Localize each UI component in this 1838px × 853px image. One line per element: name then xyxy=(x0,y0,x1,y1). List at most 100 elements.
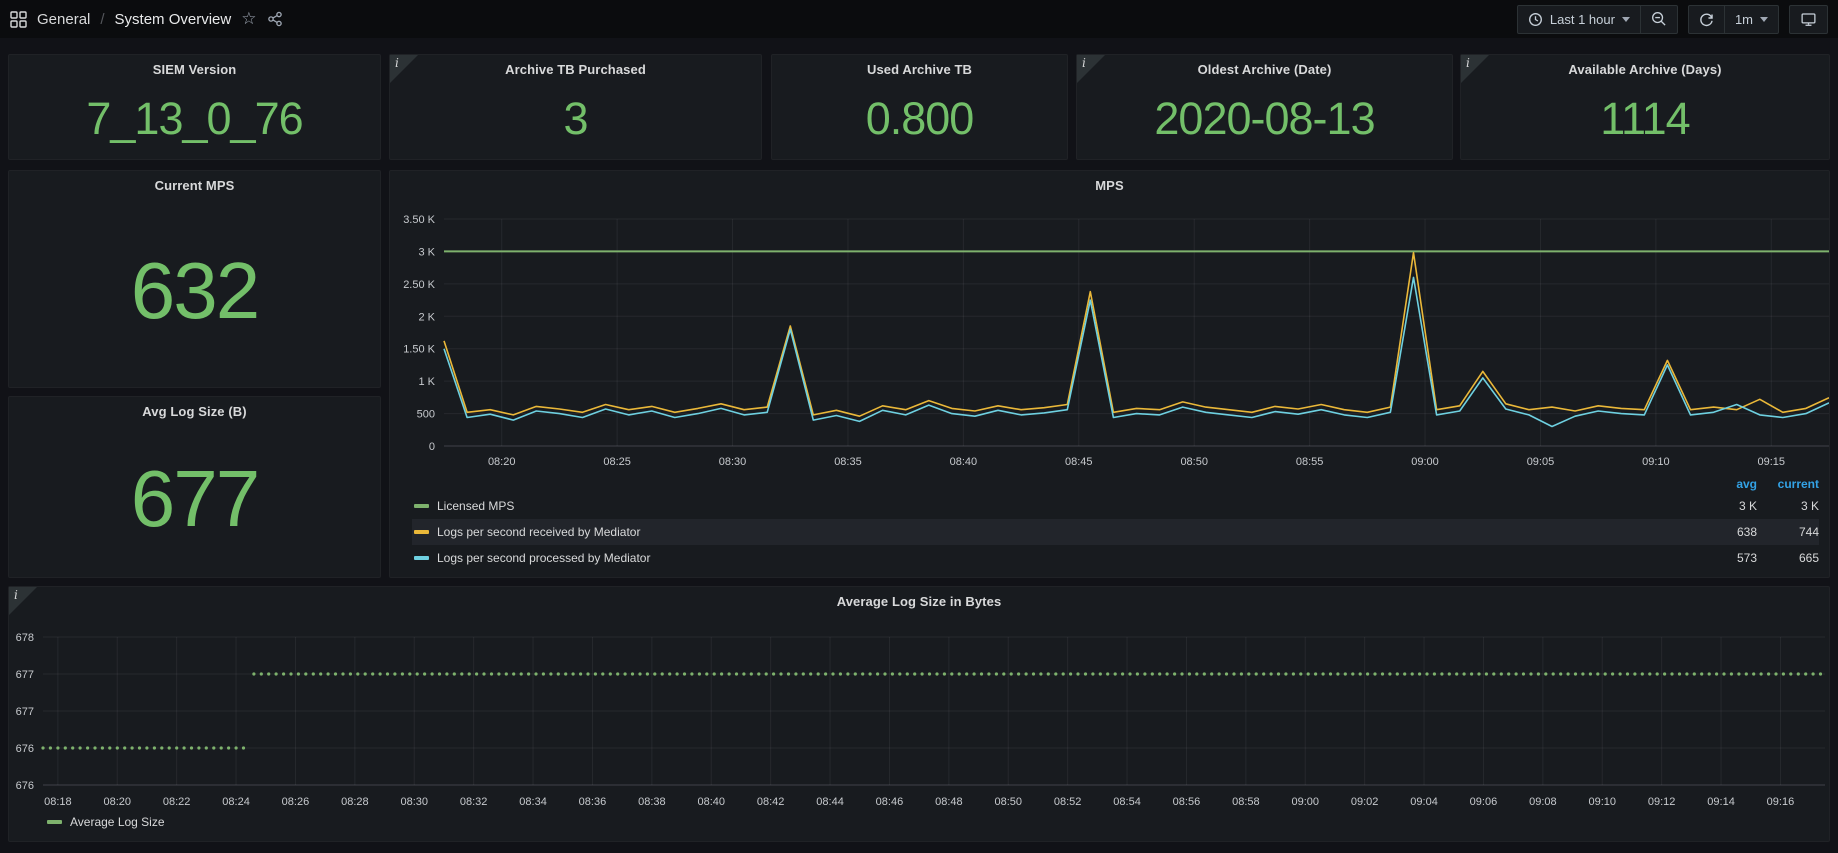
svg-text:09:02: 09:02 xyxy=(1351,796,1379,808)
time-range-picker-button[interactable]: Last 1 hour xyxy=(1518,6,1640,33)
clock-icon xyxy=(1528,12,1543,27)
svg-text:08:20: 08:20 xyxy=(103,796,131,808)
stat-panel-available-archive-days: i Available Archive (Days) 1114 xyxy=(1460,54,1830,160)
kiosk-group xyxy=(1789,5,1828,34)
svg-text:3.50 K: 3.50 K xyxy=(403,214,435,226)
mps-legend-table: avg current Licensed MPS 3 K 3 K Logs pe… xyxy=(412,475,1819,571)
svg-text:08:30: 08:30 xyxy=(400,796,428,808)
svg-text:1.50 K: 1.50 K xyxy=(403,344,435,356)
series-swatch xyxy=(414,530,429,534)
series-avg: 3 K xyxy=(1695,499,1757,513)
svg-text:3 K: 3 K xyxy=(418,246,435,258)
svg-text:08:58: 08:58 xyxy=(1232,796,1260,808)
time-range-group: Last 1 hour xyxy=(1517,5,1678,34)
svg-text:08:56: 08:56 xyxy=(1173,796,1201,808)
svg-text:09:05: 09:05 xyxy=(1527,456,1555,468)
svg-text:09:00: 09:00 xyxy=(1411,456,1439,468)
panel-title[interactable]: Available Archive (Days) xyxy=(1461,62,1829,77)
stat-panel-oldest-archive-date: i Oldest Archive (Date) 2020-08-13 xyxy=(1076,54,1453,160)
breadcrumb-dashboard-title[interactable]: System Overview xyxy=(115,11,232,28)
avg-log-size-legend[interactable]: Average Log Size xyxy=(47,815,165,829)
svg-text:08:42: 08:42 xyxy=(757,796,785,808)
avg-log-size-chart-panel: i Average Log Size in Bytes 676676677677… xyxy=(8,586,1830,842)
series-label[interactable]: Logs per second processed by Mediator xyxy=(437,551,1695,565)
svg-text:09:12: 09:12 xyxy=(1648,796,1676,808)
stat-value: 632 xyxy=(9,201,380,381)
avg-log-size-chart[interactable]: 67667667767767808:1808:2008:2208:2408:26… xyxy=(9,587,1829,841)
stat-value: 1114 xyxy=(1461,85,1829,153)
legend-row-processed-by-mediator[interactable]: Logs per second processed by Mediator 57… xyxy=(412,545,1819,571)
stat-panel-used-archive-tb: Used Archive TB 0.800 xyxy=(771,54,1068,160)
svg-text:08:46: 08:46 xyxy=(876,796,904,808)
breadcrumb-folder[interactable]: General xyxy=(37,11,90,28)
svg-text:2 K: 2 K xyxy=(418,311,435,323)
svg-text:09:16: 09:16 xyxy=(1767,796,1795,808)
stat-value: 0.800 xyxy=(772,85,1067,153)
series-swatch xyxy=(47,820,62,824)
refresh-group: 1m xyxy=(1688,5,1779,34)
panel-title[interactable]: Current MPS xyxy=(9,178,380,193)
stat-value: 7_13_0_76 xyxy=(9,85,380,153)
panel-title[interactable]: Avg Log Size (B) xyxy=(9,404,380,419)
share-icon[interactable] xyxy=(267,11,283,27)
svg-text:676: 676 xyxy=(16,780,34,792)
svg-text:09:10: 09:10 xyxy=(1588,796,1616,808)
svg-text:08:32: 08:32 xyxy=(460,796,488,808)
series-swatch xyxy=(414,556,429,560)
svg-text:677: 677 xyxy=(16,669,34,681)
series-label[interactable]: Licensed MPS xyxy=(437,499,1695,513)
zoom-out-icon xyxy=(1651,11,1667,27)
svg-text:08:38: 08:38 xyxy=(638,796,666,808)
svg-text:676: 676 xyxy=(16,743,34,755)
svg-text:09:15: 09:15 xyxy=(1758,456,1786,468)
panel-title[interactable]: Archive TB Purchased xyxy=(390,62,761,77)
svg-text:08:48: 08:48 xyxy=(935,796,963,808)
series-swatch xyxy=(414,504,429,508)
panel-title[interactable]: Used Archive TB xyxy=(772,62,1067,77)
time-range-label: Last 1 hour xyxy=(1550,12,1615,27)
panel-title[interactable]: Average Log Size in Bytes xyxy=(9,594,1829,609)
apps-grid-icon[interactable] xyxy=(10,11,27,28)
zoom-out-time-button[interactable] xyxy=(1640,6,1677,33)
svg-text:08:25: 08:25 xyxy=(603,456,631,468)
panel-title[interactable]: MPS xyxy=(390,178,1829,193)
refresh-interval-picker[interactable]: 1m xyxy=(1724,6,1778,33)
svg-text:08:54: 08:54 xyxy=(1113,796,1141,808)
svg-text:08:50: 08:50 xyxy=(1180,456,1208,468)
series-avg: 573 xyxy=(1695,551,1757,565)
legend-col-avg[interactable]: avg xyxy=(1695,477,1757,491)
svg-text:09:08: 09:08 xyxy=(1529,796,1557,808)
stat-value: 677 xyxy=(9,427,380,571)
svg-text:1 K: 1 K xyxy=(418,376,435,388)
series-label[interactable]: Average Log Size xyxy=(70,815,165,829)
stat-value: 2020-08-13 xyxy=(1077,85,1452,153)
series-avg: 638 xyxy=(1695,525,1757,539)
panel-title[interactable]: SIEM Version xyxy=(9,62,380,77)
stat-panel-siem-version: SIEM Version 7_13_0_76 xyxy=(8,54,381,160)
svg-text:08:24: 08:24 xyxy=(222,796,250,808)
stat-panel-current-mps: Current MPS 632 xyxy=(8,170,381,388)
panel-title[interactable]: Oldest Archive (Date) xyxy=(1077,62,1452,77)
stat-panel-avg-log-size: Avg Log Size (B) 677 xyxy=(8,396,381,578)
svg-text:09:04: 09:04 xyxy=(1410,796,1438,808)
svg-text:08:40: 08:40 xyxy=(950,456,978,468)
legend-col-current[interactable]: current xyxy=(1757,477,1819,491)
svg-text:677: 677 xyxy=(16,706,34,718)
svg-text:2.50 K: 2.50 K xyxy=(403,279,435,291)
chevron-down-icon xyxy=(1760,17,1768,22)
svg-text:08:35: 08:35 xyxy=(834,456,862,468)
legend-row-received-by-mediator[interactable]: Logs per second received by Mediator 638… xyxy=(412,519,1819,545)
legend-row-licensed-mps[interactable]: Licensed MPS 3 K 3 K xyxy=(412,493,1819,519)
series-current: 744 xyxy=(1757,525,1819,539)
svg-text:08:40: 08:40 xyxy=(697,796,725,808)
svg-text:0: 0 xyxy=(429,441,435,453)
svg-text:09:14: 09:14 xyxy=(1707,796,1735,808)
star-icon[interactable]: ☆ xyxy=(241,9,256,29)
refresh-button[interactable] xyxy=(1689,6,1724,33)
svg-text:08:36: 08:36 xyxy=(579,796,607,808)
svg-text:08:26: 08:26 xyxy=(282,796,310,808)
series-label[interactable]: Logs per second received by Mediator xyxy=(437,525,1695,539)
legend-header: avg current xyxy=(412,475,1819,493)
series-current: 3 K xyxy=(1757,499,1819,513)
cycle-view-mode-button[interactable] xyxy=(1790,6,1827,33)
